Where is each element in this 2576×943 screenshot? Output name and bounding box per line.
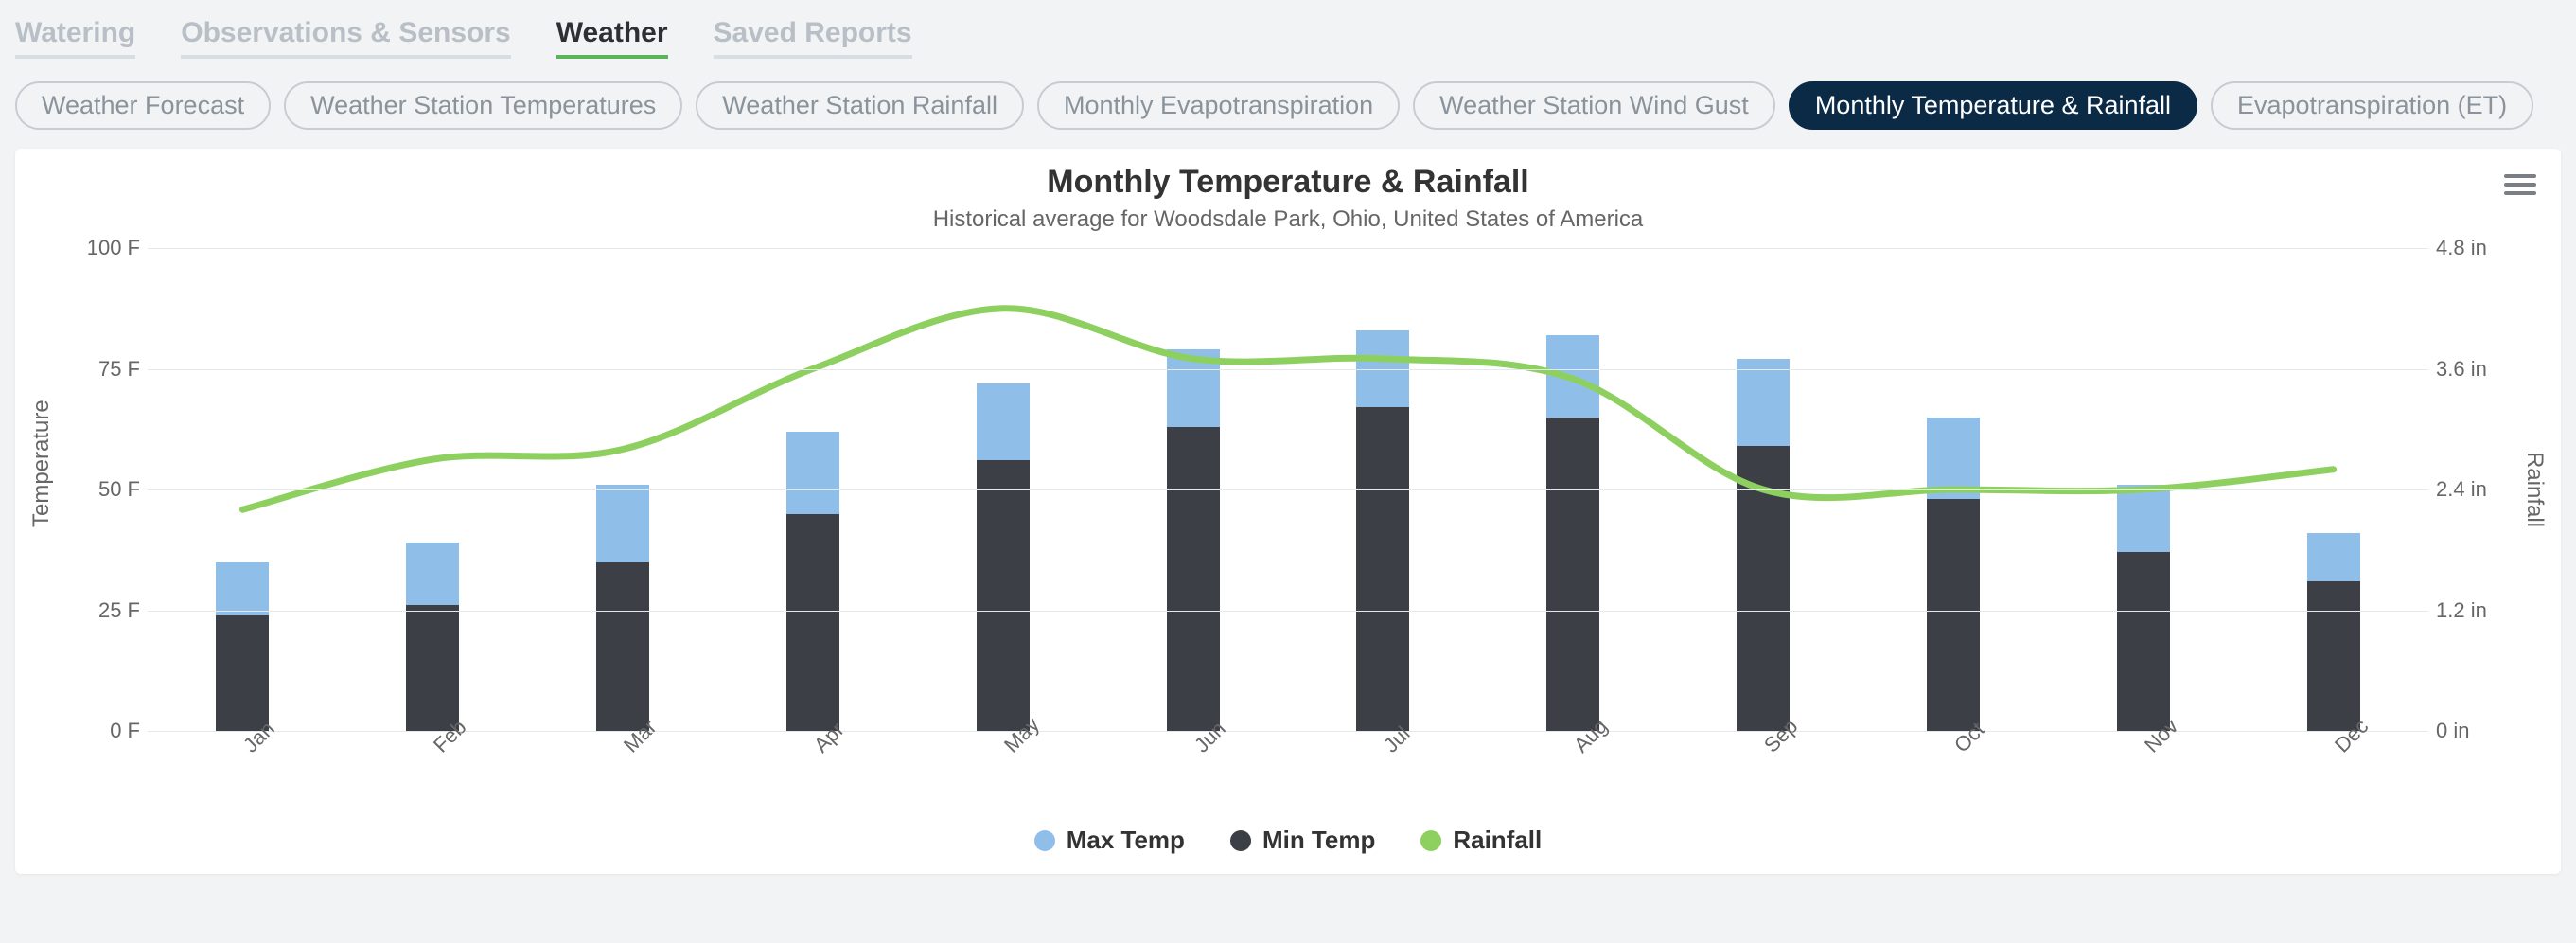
- y-left-tick: 25 F: [45, 598, 140, 623]
- y-left-tick: 50 F: [45, 477, 140, 502]
- chart-title: Monthly Temperature & Rainfall: [34, 164, 2542, 201]
- chart-menu-icon[interactable]: [2504, 169, 2536, 200]
- chart-legend: Max Temp Min Temp Rainfall: [34, 826, 2542, 855]
- legend-label: Rainfall: [1453, 826, 1542, 855]
- pill-weather-station-rainfall[interactable]: Weather Station Rainfall: [696, 81, 1024, 130]
- nav-tab-saved-reports[interactable]: Saved Reports: [714, 17, 912, 59]
- legend-label: Max Temp: [1067, 826, 1185, 855]
- chart-area: Temperature Rainfall JanFebMarAprMayJunJ…: [34, 248, 2542, 807]
- chart-card: Monthly Temperature & Rainfall Historica…: [15, 149, 2561, 874]
- pill-weather-station-temperatures[interactable]: Weather Station Temperatures: [284, 81, 682, 130]
- y-right-tick: 2.4 in: [2436, 477, 2531, 502]
- legend-item-rainfall[interactable]: Rainfall: [1420, 826, 1542, 855]
- nav-tab-weather[interactable]: Weather: [556, 17, 668, 59]
- sub-nav-pills: Weather Forecast Weather Station Temperat…: [15, 68, 2561, 149]
- legend-label: Min Temp: [1262, 826, 1375, 855]
- pill-weather-forecast[interactable]: Weather Forecast: [15, 81, 271, 130]
- legend-swatch-min-icon: [1230, 830, 1251, 851]
- y-left-tick: 75 F: [45, 357, 140, 382]
- legend-swatch-rain-icon: [1420, 830, 1441, 851]
- y-right-tick: 1.2 in: [2436, 598, 2531, 623]
- y-left-tick: 100 F: [45, 236, 140, 260]
- pill-weather-station-wind-gust[interactable]: Weather Station Wind Gust: [1413, 81, 1775, 130]
- y-right-tick: 0 in: [2436, 719, 2531, 743]
- y-right-tick: 4.8 in: [2436, 236, 2531, 260]
- legend-item-min-temp[interactable]: Min Temp: [1230, 826, 1375, 855]
- y-axis-left-title: Temperature: [28, 400, 55, 527]
- nav-tab-observations-sensors[interactable]: Observations & Sensors: [181, 17, 510, 59]
- rainfall-line[interactable]: [242, 309, 2333, 510]
- y-left-tick: 0 F: [45, 719, 140, 743]
- nav-tab-watering[interactable]: Watering: [15, 17, 135, 59]
- pill-monthly-evapotranspiration[interactable]: Monthly Evapotranspiration: [1037, 81, 1400, 130]
- legend-item-max-temp[interactable]: Max Temp: [1034, 826, 1185, 855]
- chart-subtitle: Historical average for Woodsdale Park, O…: [34, 206, 2542, 233]
- legend-swatch-max-icon: [1034, 830, 1055, 851]
- main-nav-tabs: Watering Observations & Sensors Weather Sav…: [15, 0, 2561, 68]
- y-right-tick: 3.6 in: [2436, 357, 2531, 382]
- pill-monthly-temperature-rainfall[interactable]: Monthly Temperature & Rainfall: [1789, 81, 2197, 130]
- pill-evapotranspiration-et-[interactable]: Evapotranspiration (ET): [2211, 81, 2533, 130]
